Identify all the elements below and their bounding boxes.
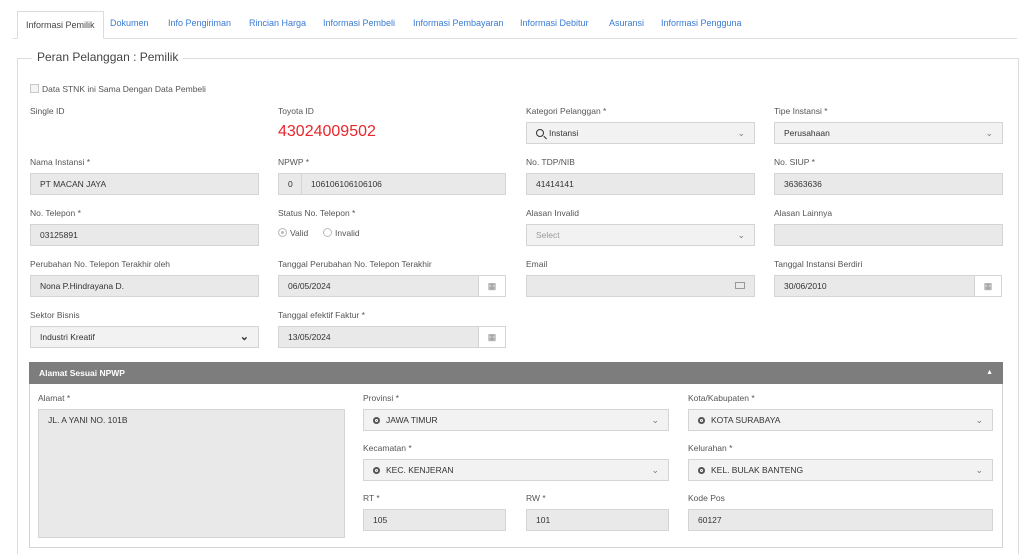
tanggal-perubahan-label: Tanggal Perubahan No. Telepon Terakhir: [278, 259, 432, 269]
toyota-id-label: Toyota ID: [278, 106, 314, 116]
sektor-bisnis-label: Sektor Bisnis: [30, 310, 80, 320]
tanggal-faktur-field[interactable]: 13/05/2024: [278, 326, 479, 348]
calendar-icon[interactable]: ▦: [974, 275, 1002, 297]
no-siup-field[interactable]: 36363636: [774, 173, 1003, 195]
rw-label: RW *: [526, 493, 546, 503]
email-field[interactable]: [526, 275, 755, 297]
tanggal-berdiri-label: Tanggal Instansi Berdiri: [774, 259, 863, 269]
alasan-invalid-placeholder: Select: [536, 230, 560, 240]
npwp-prefix[interactable]: 0: [278, 173, 302, 195]
tipe-instansi-select[interactable]: Perusahaan ⌄: [774, 122, 1003, 144]
kota-select[interactable]: KOTA SURABAYA ⌄: [688, 409, 993, 431]
tab-dokumen[interactable]: Dokumen: [110, 10, 149, 38]
nama-instansi-field[interactable]: PT MACAN JAYA: [30, 173, 259, 195]
chevron-down-icon: ⌄: [985, 128, 993, 138]
kecamatan-select[interactable]: KEC. KENJERAN ⌄: [363, 459, 669, 481]
address-panel-header[interactable]: Alamat Sesuai NPWP ▲: [29, 362, 1003, 384]
npwp-field[interactable]: 106106106106106: [301, 173, 506, 195]
envelope-icon: [735, 282, 745, 289]
sektor-bisnis-value: Industri Kreatif: [40, 332, 95, 342]
status-telepon-radios: Valid Invalid: [278, 228, 360, 238]
chevron-down-icon: ⌄: [239, 331, 249, 343]
stnk-same-label: Data STNK ini Sama Dengan Data Pembeli: [42, 84, 206, 94]
nama-instansi-label: Nama Instansi *: [30, 157, 90, 167]
rt-field[interactable]: 105: [363, 509, 506, 531]
npwp-label: NPWP *: [278, 157, 310, 167]
search-icon: [536, 129, 544, 137]
radio-invalid-label: Invalid: [335, 228, 360, 238]
kategori-pelanggan-label: Kategori Pelanggan *: [526, 106, 607, 116]
alasan-invalid-label: Alasan Invalid: [526, 208, 579, 218]
rt-label: RT *: [363, 493, 380, 503]
sektor-bisnis-select[interactable]: Industri Kreatif ⌄: [30, 326, 259, 348]
kategori-pelanggan-value: Instansi: [549, 128, 579, 138]
no-telepon-label: No. Telepon *: [30, 208, 81, 218]
tab-informasi-pembayaran[interactable]: Informasi Pembayaran: [413, 10, 504, 38]
email-label: Email: [526, 259, 548, 269]
tab-informasi-pengguna[interactable]: Informasi Pengguna: [661, 10, 742, 38]
kota-label: Kota/Kabupaten *: [688, 393, 755, 403]
provinsi-value: JAWA TIMUR: [386, 415, 438, 425]
provinsi-select[interactable]: JAWA TIMUR ⌄: [363, 409, 669, 431]
perubahan-telepon-label: Perubahan No. Telepon Terakhir oleh: [30, 259, 171, 269]
toyota-id-value: 43024009502: [278, 123, 376, 140]
alasan-lainnya-label: Alasan Lainnya: [774, 208, 833, 218]
alamat-textarea[interactable]: JL. A YANI NO. 101B: [38, 409, 345, 538]
kelurahan-label: Kelurahan *: [688, 443, 733, 453]
kecamatan-value: KEC. KENJERAN: [386, 465, 454, 475]
radio-valid[interactable]: [278, 228, 287, 237]
location-pin-icon: [373, 417, 380, 424]
kelurahan-select[interactable]: KEL. BULAK BANTENG ⌄: [688, 459, 993, 481]
chevron-down-icon: ⌄: [651, 465, 659, 475]
alasan-invalid-select[interactable]: Select ⌄: [526, 224, 755, 246]
alasan-lainnya-field[interactable]: [774, 224, 1003, 246]
section-title: Peran Pelanggan : Pemilik: [32, 50, 184, 64]
location-pin-icon: [698, 467, 705, 474]
tab-bar: Informasi Pemilik Dokumen Info Pengirima…: [13, 10, 1017, 39]
kode-pos-label: Kode Pos: [688, 493, 725, 503]
calendar-icon[interactable]: ▦: [478, 326, 506, 348]
address-panel-title: Alamat Sesuai NPWP: [39, 368, 125, 378]
no-telepon-field[interactable]: 03125891: [30, 224, 259, 246]
location-pin-icon: [698, 417, 705, 424]
tab-informasi-pemilik[interactable]: Informasi Pemilik: [17, 11, 104, 39]
tanggal-perubahan-field[interactable]: 06/05/2024: [278, 275, 479, 297]
chevron-down-icon: ⌄: [975, 465, 983, 475]
tab-informasi-debitur[interactable]: Informasi Debitur: [520, 10, 589, 38]
tab-informasi-pembeli[interactable]: Informasi Pembeli: [323, 10, 395, 38]
single-id-label: Single ID: [30, 106, 65, 116]
tanggal-berdiri-field[interactable]: 30/06/2010: [774, 275, 975, 297]
kode-pos-field[interactable]: 60127: [688, 509, 993, 531]
kelurahan-value: KEL. BULAK BANTENG: [711, 465, 804, 475]
chevron-down-icon: ⌄: [975, 415, 983, 425]
collapse-icon[interactable]: ▲: [986, 362, 993, 384]
tab-info-pengiriman[interactable]: Info Pengiriman: [168, 10, 231, 38]
no-siup-label: No. SIUP *: [774, 157, 815, 167]
tab-rincian-harga[interactable]: Rincian Harga: [249, 10, 306, 38]
stnk-same-checkbox[interactable]: [30, 84, 39, 93]
location-pin-icon: [373, 467, 380, 474]
kategori-pelanggan-select[interactable]: Instansi ⌄: [526, 122, 755, 144]
chevron-down-icon: ⌄: [737, 128, 745, 138]
kota-value: KOTA SURABAYA: [711, 415, 781, 425]
radio-valid-label: Valid: [290, 228, 309, 238]
provinsi-label: Provinsi *: [363, 393, 399, 403]
tipe-instansi-value: Perusahaan: [784, 128, 830, 138]
tanggal-faktur-label: Tanggal efektif Faktur *: [278, 310, 365, 320]
kecamatan-label: Kecamatan *: [363, 443, 412, 453]
chevron-down-icon: ⌄: [737, 230, 745, 240]
tab-asuransi[interactable]: Asuransi: [609, 10, 644, 38]
perubahan-telepon-field[interactable]: Nona P.Hindrayana D.: [30, 275, 259, 297]
tipe-instansi-label: Tipe Instansi *: [774, 106, 828, 116]
rw-field[interactable]: 101: [526, 509, 669, 531]
no-tdp-label: No. TDP/NIB: [526, 157, 575, 167]
status-telepon-label: Status No. Telepon *: [278, 208, 356, 218]
no-tdp-field[interactable]: 41414141: [526, 173, 755, 195]
radio-invalid[interactable]: [323, 228, 333, 237]
alamat-label: Alamat *: [38, 393, 71, 403]
calendar-icon[interactable]: ▦: [478, 275, 506, 297]
chevron-down-icon: ⌄: [651, 415, 659, 425]
